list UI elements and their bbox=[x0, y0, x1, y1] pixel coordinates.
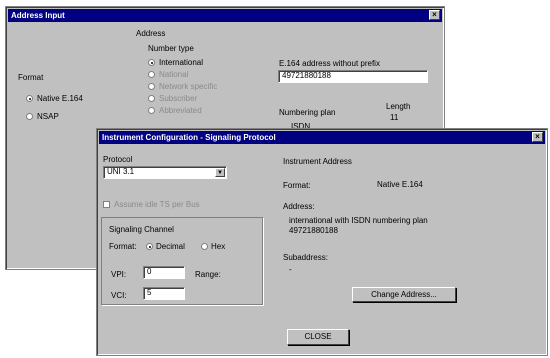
ia-address-line1: international with ISDN numbering plan bbox=[289, 216, 428, 225]
protocol-label: Protocol bbox=[103, 155, 133, 164]
format-hex-radio[interactable] bbox=[201, 243, 208, 250]
number-type-subscriber-label: Subscriber bbox=[159, 94, 198, 103]
e164-input[interactable]: 49721880188 bbox=[278, 70, 428, 83]
instrument-config-titlebar: Instrument Configuration - Signaling Pro… bbox=[99, 131, 545, 144]
protocol-select-value: UNI 3.1 bbox=[107, 167, 135, 176]
number-type-subscriber-radio[interactable] bbox=[148, 95, 155, 102]
subaddress-value: - bbox=[289, 265, 292, 274]
window-title: Address Input bbox=[11, 11, 65, 20]
format-nsap-label: NSAP bbox=[37, 112, 59, 121]
chevron-down-icon[interactable]: ▼ bbox=[215, 168, 225, 177]
ia-format-value: Native E.164 bbox=[377, 180, 423, 189]
close-icon[interactable]: × bbox=[429, 10, 440, 20]
number-type-abbreviated-radio[interactable] bbox=[148, 107, 155, 114]
assume-idle-label: Assume idle TS per Bus bbox=[114, 200, 200, 209]
ia-address-line2: 49721880188 bbox=[289, 226, 338, 235]
numbering-plan-label: Numbering plan bbox=[279, 108, 336, 117]
assume-idle-checkbox[interactable] bbox=[103, 201, 110, 208]
format-label: Format bbox=[18, 73, 44, 82]
ia-address-label: Address: bbox=[283, 202, 315, 211]
number-type-network-radio[interactable] bbox=[148, 83, 155, 90]
address-heading: Address bbox=[136, 29, 166, 38]
format-decimal-radio[interactable] bbox=[146, 243, 153, 250]
number-type-network-label: Network specific bbox=[159, 82, 218, 91]
sc-format-label: Format: bbox=[109, 242, 137, 251]
subaddress-label: Subaddress: bbox=[283, 253, 328, 262]
format-native-label: Native E.164 bbox=[37, 94, 83, 103]
number-type-label: Number type bbox=[148, 44, 194, 53]
format-hex-label: Hex bbox=[211, 242, 226, 251]
format-decimal-label: Decimal bbox=[156, 242, 185, 251]
address-input-titlebar: Address Input × bbox=[8, 9, 442, 22]
vpi-input[interactable]: 0 bbox=[143, 266, 185, 279]
range-label: Range: bbox=[195, 270, 221, 279]
ia-format-label: Format: bbox=[283, 181, 311, 190]
number-type-abbreviated-label: Abbreviated bbox=[159, 106, 202, 115]
format-nsap-radio[interactable] bbox=[26, 113, 33, 120]
change-address-button[interactable]: Change Address... bbox=[352, 287, 456, 302]
vci-input[interactable]: 5 bbox=[143, 287, 185, 300]
signaling-channel-label: Signaling Channel bbox=[109, 225, 174, 234]
close-icon[interactable]: × bbox=[532, 132, 543, 142]
vpi-label: VPI: bbox=[111, 270, 127, 279]
length-value: 11 bbox=[390, 113, 399, 122]
number-type-international-radio[interactable] bbox=[148, 59, 155, 66]
number-type-national-radio[interactable] bbox=[148, 71, 155, 78]
vci-label: VCI: bbox=[111, 291, 127, 300]
number-type-international-label: International bbox=[159, 58, 204, 67]
e164-label: E.164 address without prefix bbox=[279, 59, 380, 68]
instrument-address-label: Instrument Address bbox=[283, 157, 352, 166]
format-native-radio[interactable] bbox=[26, 95, 33, 102]
instrument-config-window: Instrument Configuration - Signaling Pro… bbox=[96, 128, 548, 356]
window-title: Instrument Configuration - Signaling Pro… bbox=[102, 133, 276, 142]
close-button[interactable]: CLOSE bbox=[287, 329, 349, 345]
number-type-national-label: National bbox=[159, 70, 189, 79]
protocol-select[interactable]: UNI 3.1 ▼ bbox=[103, 166, 227, 179]
length-label: Length bbox=[386, 102, 411, 111]
